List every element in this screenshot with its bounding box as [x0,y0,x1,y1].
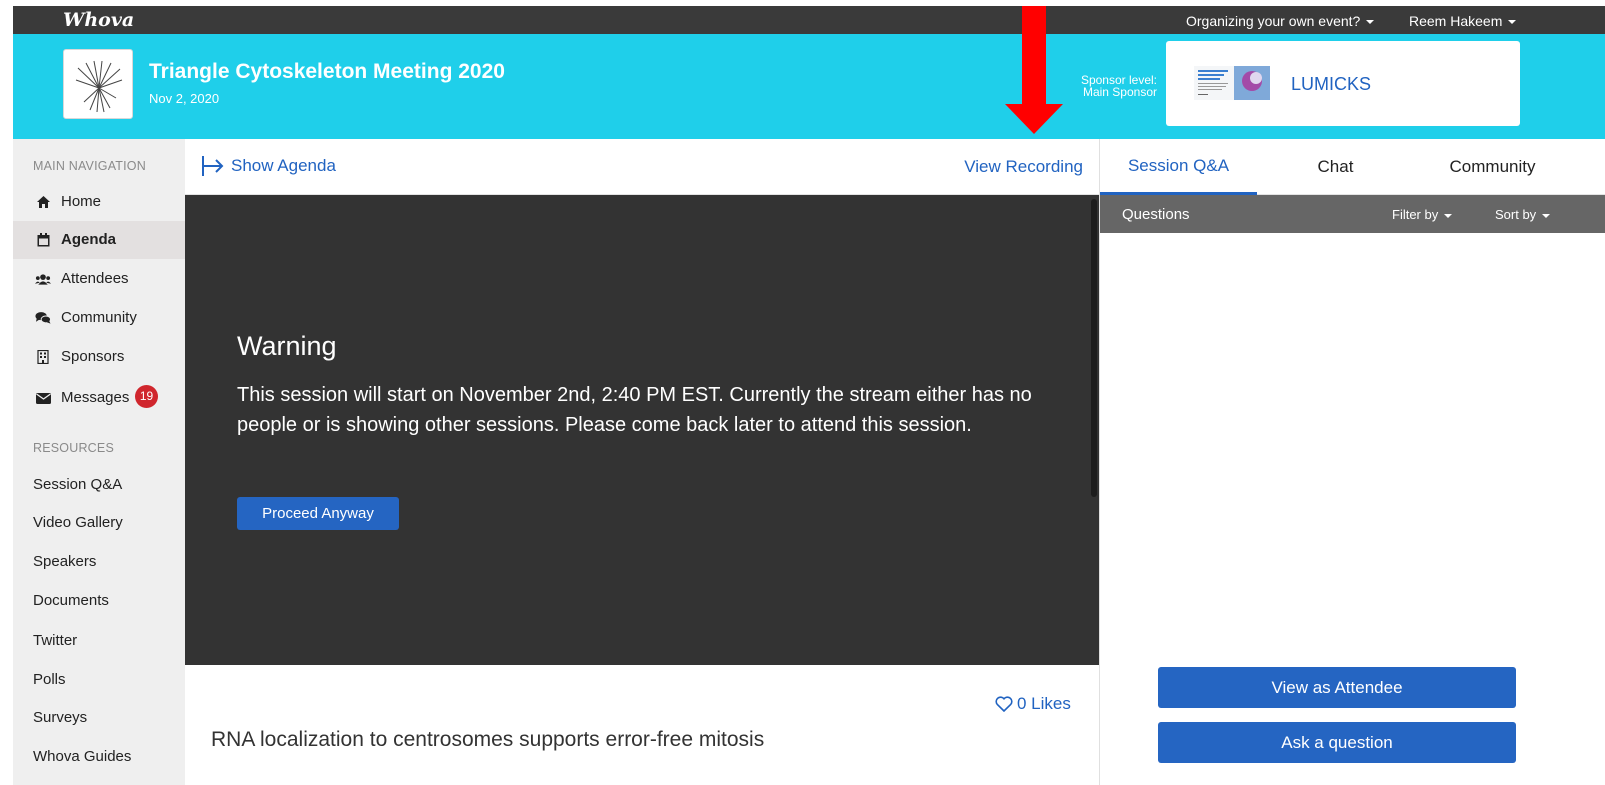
sponsor-level-label: Sponsor level: Main Sponsor [1053,74,1157,98]
warning-message: This session will start on November 2nd,… [237,384,1032,436]
sidebar-item-label: Home [61,193,102,210]
sidebar: MAIN NAVIGATION Home Agenda Attendees Co… [13,139,185,785]
event-title[interactable]: Triangle Cytoskeleton Meeting 2020 [149,60,505,84]
scrollbar[interactable] [1091,199,1097,497]
comments-icon [35,310,51,326]
tab-community[interactable]: Community [1414,139,1571,195]
resource-item-polls[interactable]: Polls [33,671,66,688]
sponsor-card[interactable]: LUMICKS [1166,41,1520,126]
view-as-attendee-button[interactable]: View as Attendee [1158,667,1516,708]
likes-count: 0 Likes [1017,694,1071,713]
sidebar-item-community[interactable]: Community [13,299,185,337]
organize-event-label: Organizing your own event? [1186,13,1361,29]
event-date: Nov 2, 2020 [149,91,220,106]
sidebar-item-label: Attendees [61,270,129,287]
sidebar-item-sponsors[interactable]: Sponsors [13,338,185,376]
resource-item-surveys[interactable]: Surveys [33,709,87,726]
sponsor-thumbnail [1194,66,1270,100]
event-header: Triangle Cytoskeleton Meeting 2020 Nov 2… [13,34,1605,139]
sidebar-item-attendees[interactable]: Attendees [13,260,185,298]
video-player: Warning This session will start on Novem… [185,195,1099,665]
resource-item-twitter[interactable]: Twitter [33,632,77,649]
session-toolbar: Show Agenda View Recording [185,139,1099,195]
envelope-icon [35,390,51,406]
building-icon [35,349,51,365]
app-window: Whova Organizing your own event? Reem Ha… [13,6,1605,785]
sort-by-label: Sort by [1495,207,1537,222]
user-name: Reem Hakeem [1409,13,1503,29]
warning-title: Warning [237,331,337,361]
sponsor-level-line2: Main Sponsor [1082,85,1157,99]
event-logo-icon [75,60,123,113]
filter-by-dropdown[interactable]: Filter by [1392,207,1453,222]
chevron-down-icon [1366,20,1375,25]
chevron-down-icon [1542,213,1551,218]
event-logo [63,49,133,119]
sort-by-dropdown[interactable]: Sort by [1495,207,1551,222]
sidebar-item-agenda[interactable]: Agenda [13,221,185,259]
sidebar-item-label: Messages [61,389,130,406]
questions-label: Questions [1122,206,1190,223]
sidebar-item-messages[interactable]: Messages 19 [13,379,185,417]
calendar-icon [35,232,51,248]
likes-button[interactable]: 0 Likes [995,694,1071,714]
user-menu[interactable]: Reem Hakeem [1409,13,1517,29]
questions-header: Questions Filter by Sort by [1100,195,1605,233]
sponsor-ad-image [1194,66,1270,100]
session-side-panel: Session Q&A Chat Community Questions Fil… [1099,139,1605,785]
proceed-anyway-button[interactable]: Proceed Anyway [237,497,399,530]
heart-icon [995,696,1013,712]
resource-item-speakers[interactable]: Speakers [33,553,96,570]
resources-heading: RESOURCES [33,441,114,455]
show-agenda-icon [202,156,224,176]
show-agenda-label: Show Agenda [231,156,336,175]
chevron-down-icon [1508,20,1517,25]
sidebar-item-label: Community [61,309,137,326]
chevron-down-icon [1444,213,1453,218]
tab-chat[interactable]: Chat [1257,139,1414,195]
sponsor-name[interactable]: LUMICKS [1291,74,1371,95]
top-bar: Whova Organizing your own event? Reem Ha… [13,6,1605,34]
tab-session-qa[interactable]: Session Q&A [1100,139,1257,195]
sidebar-item-home[interactable]: Home [13,183,185,221]
sidebar-item-label: Sponsors [61,348,125,365]
ask-question-button[interactable]: Ask a question [1158,722,1516,763]
users-icon [35,271,51,287]
resource-item-video-gallery[interactable]: Video Gallery [33,514,123,531]
resource-item-documents[interactable]: Documents [33,592,109,609]
resource-item-session-qa[interactable]: Session Q&A [33,476,122,493]
organize-event-menu[interactable]: Organizing your own event? [1186,13,1375,29]
session-title: RNA localization to centrosomes supports… [211,728,765,751]
filter-by-label: Filter by [1392,207,1439,222]
main-navigation-heading: MAIN NAVIGATION [33,159,146,173]
home-icon [35,194,51,210]
show-agenda-link[interactable]: Show Agenda [201,155,336,177]
view-recording-link[interactable]: View Recording [964,157,1083,177]
annotation-arrow-icon [1005,6,1063,134]
resource-item-whova-guides[interactable]: Whova Guides [33,748,131,765]
sidebar-item-label: Agenda [61,231,117,248]
whova-logo[interactable]: Whova [63,9,134,31]
unread-count-badge: 19 [135,385,158,408]
